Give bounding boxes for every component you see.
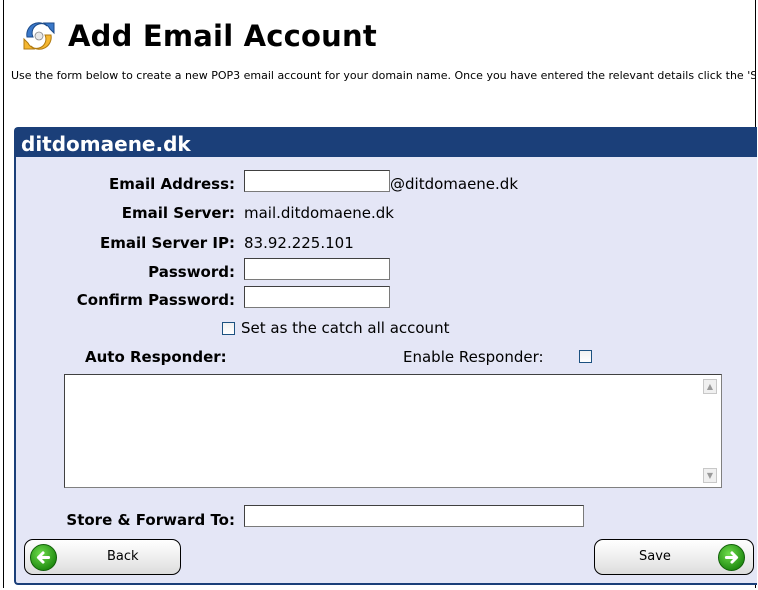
confirm-password-label: Confirm Password:: [76, 291, 235, 309]
email-domain-suffix: @ditdomaene.dk: [390, 175, 519, 193]
account-form-panel: ditdomaene.dk Email Address: @ditdomaene…: [14, 127, 757, 585]
scroll-down-button[interactable]: ▼: [703, 468, 717, 483]
email-server-ip-value: 83.92.225.101: [244, 234, 354, 252]
email-server-label: Email Server:: [121, 204, 235, 222]
catch-all-checkbox[interactable]: [222, 322, 235, 335]
catch-all-label: Set as the catch all account: [241, 319, 450, 337]
back-button-label: Back: [107, 549, 139, 564]
enable-responder-checkbox[interactable]: [579, 350, 592, 363]
refresh-arrows-icon: [23, 22, 55, 50]
auto-responder-textarea[interactable]: ▲ ▼: [64, 374, 722, 488]
domain-header: ditdomaene.dk: [16, 129, 757, 157]
auto-responder-label: Auto Responder:: [85, 348, 227, 366]
email-server-ip-label: Email Server IP:: [99, 234, 235, 252]
arrow-left-icon: [30, 544, 57, 571]
email-server-value: mail.ditdomaene.dk: [244, 204, 394, 222]
page-header: Add Email Account: [20, 16, 377, 56]
confirm-password-input[interactable]: [244, 286, 390, 308]
store-forward-label: Store & Forward To:: [66, 511, 235, 529]
save-button-label: Save: [639, 549, 671, 564]
page-title: Add Email Account: [68, 19, 377, 53]
scroll-up-button[interactable]: ▲: [703, 379, 717, 394]
save-button[interactable]: Save: [594, 539, 754, 575]
intro-text: Use the form below to create a new POP3 …: [11, 69, 756, 82]
password-input[interactable]: [244, 258, 390, 280]
store-forward-input[interactable]: [244, 505, 584, 527]
enable-responder-label: Enable Responder:: [403, 348, 544, 366]
back-button[interactable]: Back: [24, 539, 181, 575]
arrow-right-icon: [718, 544, 745, 571]
password-label: Password:: [148, 263, 235, 281]
email-address-label: Email Address:: [108, 175, 235, 193]
email-address-input[interactable]: [244, 170, 390, 192]
